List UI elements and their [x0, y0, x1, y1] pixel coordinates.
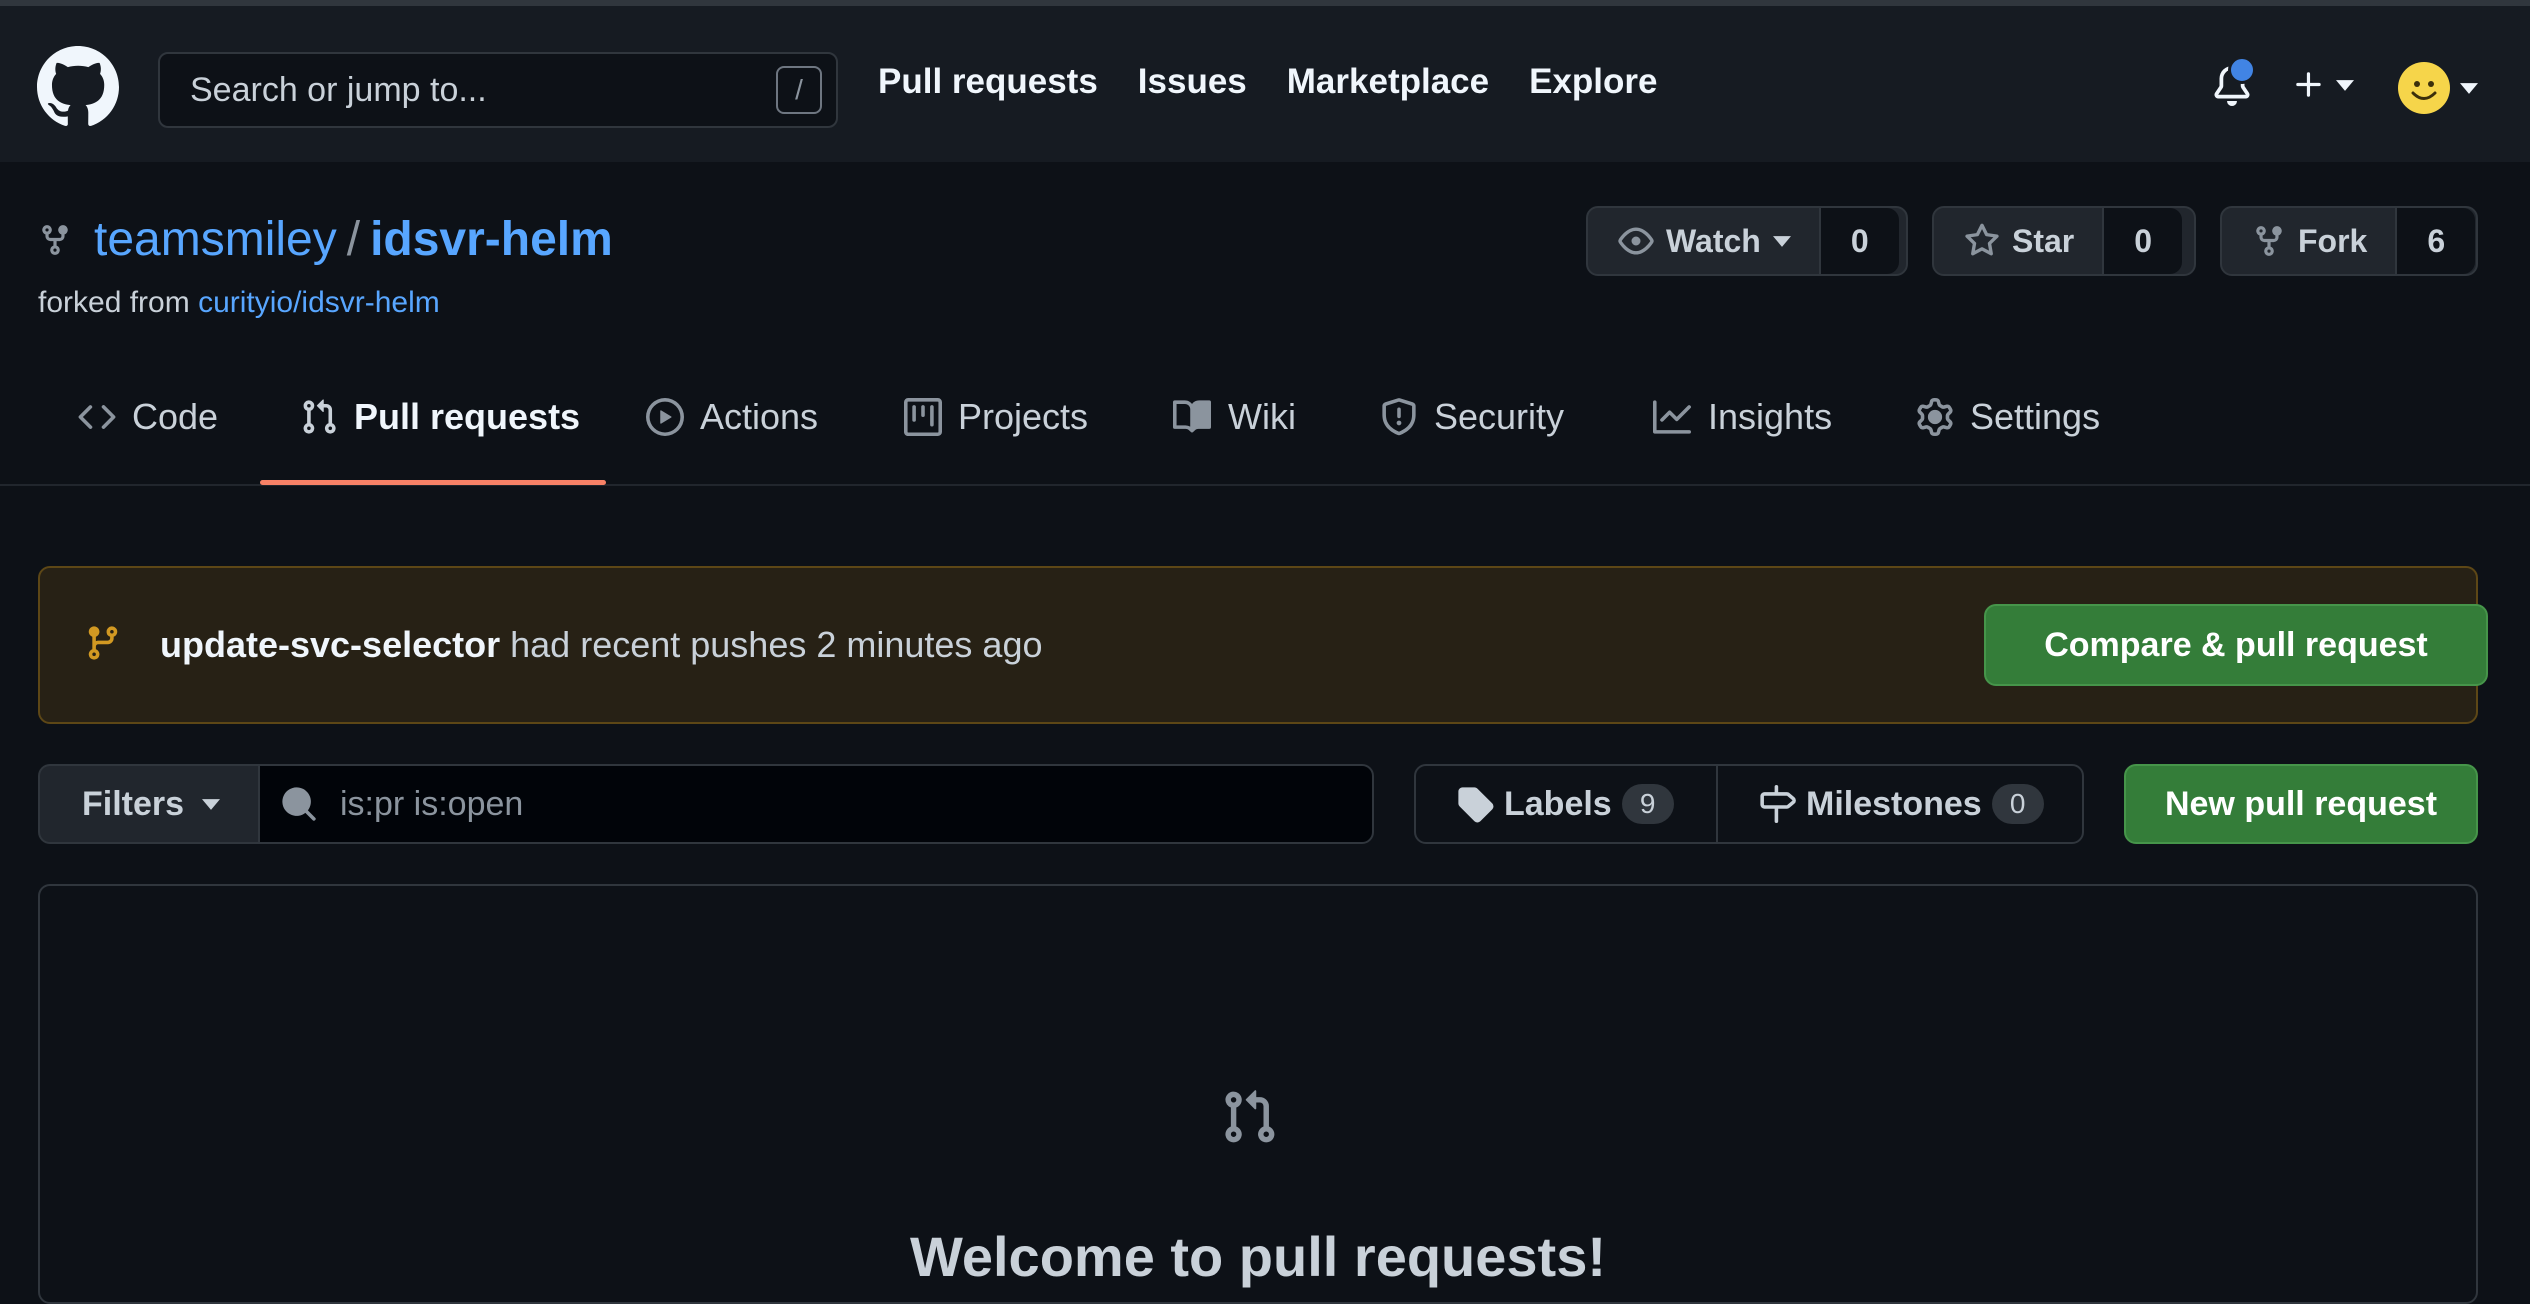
compare-and-pull-request-button[interactable]: Compare & pull request: [1984, 604, 2488, 686]
github-logo-icon[interactable]: [37, 46, 119, 128]
global-header: Search or jump to... / Pull requests Iss…: [0, 0, 2530, 162]
fork-button[interactable]: Fork: [2222, 208, 2398, 274]
labels-milestones-group: Labels 9 Milestones 0: [1414, 764, 2084, 844]
tab-actions[interactable]: Actions: [646, 396, 818, 438]
create-new-button[interactable]: [2292, 68, 2354, 102]
graph-icon: [1653, 400, 1691, 434]
recent-push-banner: update-svc-selector had recent pushes 2 …: [38, 566, 2488, 724]
new-pull-request-button[interactable]: New pull request: [2124, 764, 2478, 844]
tag-icon: [1458, 787, 1494, 823]
search-input[interactable]: Search or jump to... /: [158, 52, 838, 128]
star-icon: [1965, 223, 1999, 256]
play-icon: [646, 398, 684, 436]
milestones-count-badge: 0: [1991, 784, 2044, 824]
tab-security[interactable]: Security: [1380, 396, 1564, 438]
nav-issues[interactable]: Issues: [1138, 62, 1247, 102]
user-menu-button[interactable]: [2398, 62, 2478, 114]
git-pull-request-icon: [303, 399, 336, 434]
tab-wiki[interactable]: Wiki: [1172, 396, 1296, 438]
tab-label: Security: [1434, 396, 1565, 437]
nav-explore[interactable]: Explore: [1529, 62, 1657, 102]
watch-button[interactable]: Watch: [1588, 208, 1821, 274]
tab-projects[interactable]: Projects: [904, 396, 1088, 438]
fork-button-group: Fork 6: [2220, 206, 2478, 276]
repo-path-separator: /: [346, 213, 361, 266]
blankslate-heading: Welcome to pull requests!: [910, 1225, 1606, 1288]
tab-label: Wiki: [1228, 396, 1296, 437]
search-shortcut-key: /: [776, 66, 822, 114]
tab-insights[interactable]: Insights: [1652, 396, 1832, 438]
forked-prefix: forked from: [38, 286, 190, 319]
tab-label: Code: [132, 396, 219, 437]
labels-label: Labels: [1504, 784, 1612, 823]
labels-count-badge: 9: [1621, 784, 1674, 824]
repo-name-link[interactable]: idsvr-helm: [370, 212, 613, 267]
avatar: [2398, 62, 2450, 114]
pr-search-input[interactable]: is:pr is:open: [258, 764, 1374, 844]
tab-label: Settings: [1970, 396, 2101, 437]
pull-requests-blankslate: Welcome to pull requests!: [38, 884, 2478, 1304]
watch-button-group: Watch 0: [1586, 206, 1908, 276]
fork-count[interactable]: 6: [2397, 208, 2476, 274]
plus-icon: [2296, 72, 2321, 97]
tab-label: Projects: [958, 396, 1089, 437]
labels-button[interactable]: Labels 9: [1416, 766, 1716, 842]
caret-down-icon: [2460, 82, 2478, 94]
filters-label: Filters: [82, 784, 185, 823]
fork-label: Fork: [2298, 222, 2368, 259]
git-branch-icon: [88, 626, 118, 660]
pr-search-query: is:pr is:open: [340, 784, 524, 823]
milestone-icon: [1760, 785, 1796, 823]
star-button[interactable]: Star: [1934, 208, 2105, 274]
push-message-text: had recent pushes 2 minutes ago: [510, 624, 1043, 665]
tab-settings[interactable]: Settings: [1916, 396, 2100, 438]
tab-label: Insights: [1708, 396, 1833, 437]
caret-down-icon: [1772, 235, 1791, 247]
star-label: Star: [2012, 222, 2075, 259]
repo-forked-icon: [42, 224, 68, 255]
search-icon: [282, 787, 316, 821]
nav-marketplace[interactable]: Marketplace: [1287, 62, 1489, 102]
caret-down-icon: [2336, 79, 2354, 91]
code-icon: [78, 405, 116, 429]
star-button-group: Star 0: [1932, 206, 2196, 276]
nav-pull-requests[interactable]: Pull requests: [878, 62, 1098, 102]
watch-label: Watch: [1666, 222, 1761, 259]
git-pull-request-icon: [1225, 1090, 1275, 1143]
caret-down-icon: [202, 798, 221, 810]
project-icon: [904, 398, 942, 436]
repo-tabs: Code Pull requests Actions Projects Wiki…: [0, 360, 2530, 486]
active-tab-indicator: [260, 480, 606, 485]
notification-unread-dot: [2228, 56, 2256, 84]
milestones-button[interactable]: Milestones 0: [1716, 766, 2070, 842]
pushed-branch-name[interactable]: update-svc-selector: [160, 624, 500, 665]
tab-pull-requests[interactable]: Pull requests: [300, 396, 580, 438]
tab-label: Pull requests: [354, 396, 581, 437]
shield-icon: [1382, 398, 1416, 436]
tab-code[interactable]: Code: [78, 396, 218, 438]
gear-icon: [1917, 398, 1953, 436]
search-placeholder: Search or jump to...: [190, 70, 487, 109]
star-count[interactable]: 0: [2104, 208, 2183, 274]
repo-title: teamsmiley / idsvr-helm: [38, 212, 613, 267]
forked-from-text: forked from curityio/idsvr-helm: [38, 286, 440, 320]
milestones-label: Milestones: [1806, 784, 1982, 823]
repo-forked-icon: [2256, 226, 2282, 256]
filters-dropdown-button[interactable]: Filters: [38, 764, 260, 844]
top-nav: Pull requests Issues Marketplace Explore: [878, 62, 1657, 102]
recent-push-message: update-svc-selector had recent pushes 2 …: [160, 624, 1043, 666]
book-icon: [1173, 400, 1212, 433]
forked-source-link[interactable]: curityio/idsvr-helm: [198, 286, 440, 319]
repo-owner-link[interactable]: teamsmiley: [94, 212, 337, 267]
eye-icon: [1618, 227, 1654, 255]
watch-count[interactable]: 0: [1820, 208, 1899, 274]
tab-label: Actions: [700, 396, 819, 437]
